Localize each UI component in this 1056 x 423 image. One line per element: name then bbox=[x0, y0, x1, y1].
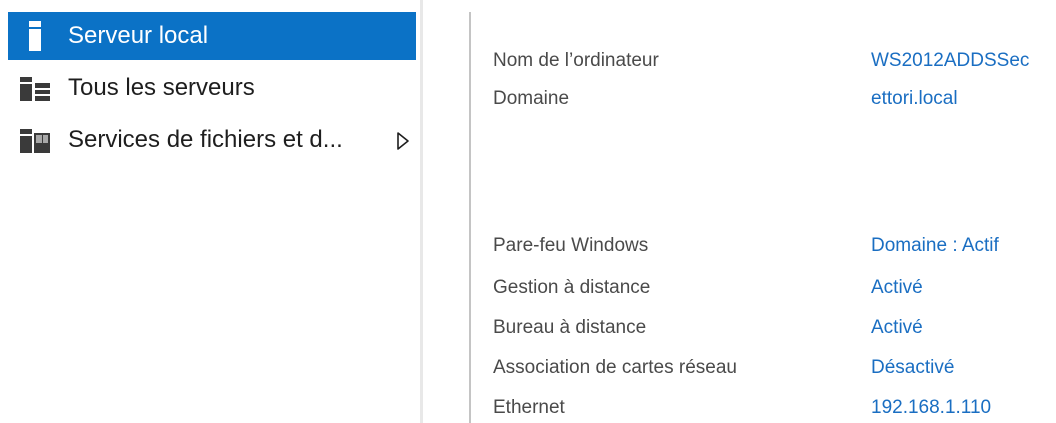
computer-name-label: Nom de l’ordinateur bbox=[493, 50, 659, 71]
ethernet-link[interactable]: 192.168.1.110 bbox=[871, 397, 991, 419]
sidebar-item-label: Services de fichiers et d... bbox=[68, 126, 343, 153]
sidebar-item-services-de-fichiers[interactable]: Services de fichiers et d... bbox=[8, 116, 416, 164]
sidebar-item-label: Serveur local bbox=[68, 22, 209, 49]
remote-management-link[interactable]: Activé bbox=[871, 277, 923, 299]
computer-name-link[interactable]: WS2012ADDSSec bbox=[871, 50, 1029, 72]
ethernet-label: Ethernet bbox=[493, 397, 565, 418]
server-icon bbox=[18, 19, 52, 53]
domain-link[interactable]: ettori.local bbox=[871, 88, 958, 110]
firewall-link[interactable]: Domaine : Actif bbox=[871, 235, 999, 257]
file-services-icon bbox=[18, 123, 52, 157]
chevron-right-icon[interactable] bbox=[396, 130, 410, 150]
sidebar-item-tous-les-serveurs[interactable]: Tous les serveurs bbox=[8, 64, 416, 112]
servers-icon bbox=[18, 71, 52, 105]
sidebar-nav: Serveur local Tous les serveurs Services bbox=[0, 0, 420, 423]
pane-divider[interactable] bbox=[420, 0, 423, 423]
remote-desktop-label: Bureau à distance bbox=[493, 317, 647, 338]
remote-desktop-link[interactable]: Activé bbox=[871, 317, 923, 339]
sidebar-item-serveur-local[interactable]: Serveur local bbox=[8, 12, 416, 60]
firewall-label: Pare-feu Windows bbox=[493, 235, 649, 256]
nic-teaming-label: Association de cartes réseau bbox=[493, 357, 737, 378]
domain-label: Domaine bbox=[493, 88, 570, 109]
remote-management-label: Gestion à distance bbox=[493, 277, 651, 298]
nic-teaming-link[interactable]: Désactivé bbox=[871, 357, 954, 379]
sidebar-item-label: Tous les serveurs bbox=[68, 74, 255, 101]
content-divider bbox=[469, 12, 471, 423]
